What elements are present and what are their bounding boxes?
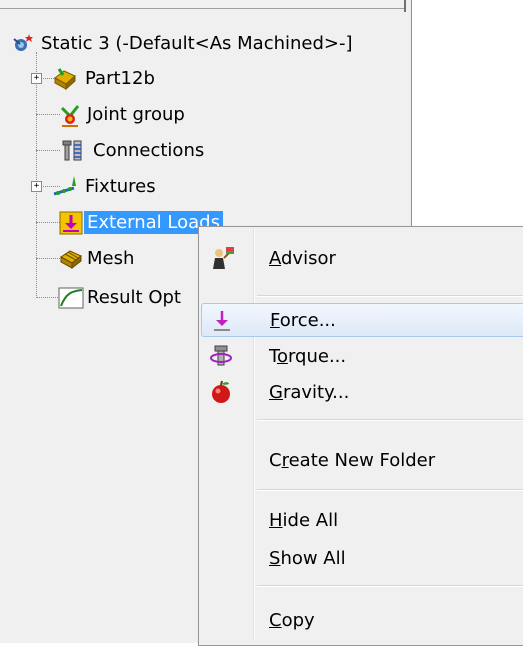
- expand-part-toggle[interactable]: +: [31, 73, 42, 84]
- tree-item-fixtures[interactable]: Fixtures: [52, 171, 159, 201]
- tree-item-mesh[interactable]: Mesh: [58, 243, 137, 273]
- tree-item-label: Fixtures: [85, 175, 156, 197]
- joint-group-icon: [58, 102, 82, 127]
- mesh-icon: [58, 246, 82, 270]
- fixtures-icon: [52, 174, 76, 198]
- tree-pane-header: [0, 0, 406, 9]
- menu-item-create-new-folder[interactable]: Create New Folder: [201, 443, 523, 477]
- tree-connector: [36, 114, 60, 115]
- menu-item-label: Show All: [269, 547, 346, 569]
- external-loads-icon: [58, 210, 83, 235]
- tree-root-label: Static 3 (-Default<As Machined>-]: [41, 32, 353, 54]
- connections-icon: [60, 138, 84, 162]
- menu-item-label: Gravity...: [269, 381, 350, 403]
- menu-icon-gutter-divider: [253, 229, 255, 641]
- tree-item-result-options[interactable]: Result Opt: [58, 282, 184, 312]
- menu-separator: [257, 419, 523, 421]
- tree-item-label: Mesh: [87, 247, 135, 269]
- tree-connector: [36, 52, 37, 298]
- context-menu: Advisor Force... Torque... Gravity... Cr…: [198, 226, 523, 646]
- tree-item-joint-group[interactable]: Joint group: [58, 99, 188, 129]
- menu-item-label: Advisor: [269, 247, 336, 269]
- tree-connector: [36, 150, 60, 151]
- result-options-icon: [58, 285, 84, 309]
- tree-connector: [36, 258, 60, 259]
- expand-fixtures-toggle[interactable]: +: [31, 181, 42, 192]
- tree-root-study[interactable]: Static 3 (-Default<As Machined>-]: [10, 28, 356, 58]
- menu-item-label: Force...: [270, 309, 336, 331]
- tree-item-label: Connections: [93, 139, 205, 161]
- menu-item-advisor[interactable]: Advisor: [201, 241, 523, 275]
- tree-item-label: Joint group: [87, 103, 185, 125]
- tree-item-connections[interactable]: Connections: [60, 135, 207, 165]
- menu-item-label: Hide All: [269, 509, 339, 531]
- menu-item-label: Copy: [269, 609, 315, 631]
- menu-separator: [257, 489, 523, 491]
- pane-splitter[interactable]: [404, 0, 406, 12]
- menu-item-label: Create New Folder: [269, 449, 436, 471]
- menu-separator: [257, 295, 523, 297]
- menu-item-label: Torque...: [269, 345, 347, 367]
- tree-item-label: Part12b: [85, 67, 155, 89]
- part-icon: [52, 66, 76, 91]
- tree-connector: [36, 222, 60, 223]
- tree-item-label: Result Opt: [87, 286, 181, 308]
- gravity-apple-icon: [209, 380, 235, 404]
- advisor-icon: [209, 246, 235, 270]
- static-study-icon: [10, 31, 34, 55]
- tree-item-part[interactable]: Part12b: [52, 63, 158, 93]
- force-arrow-icon: [210, 309, 236, 333]
- torque-icon: [209, 344, 235, 368]
- tree-connector: [36, 297, 60, 298]
- menu-item-show-all[interactable]: Show All: [201, 541, 523, 575]
- menu-item-hide-all[interactable]: Hide All: [201, 503, 523, 537]
- menu-separator: [257, 585, 523, 587]
- menu-item-force[interactable]: Force...: [201, 303, 523, 337]
- menu-item-gravity[interactable]: Gravity...: [201, 375, 523, 409]
- menu-item-copy[interactable]: Copy: [201, 603, 523, 637]
- menu-item-torque[interactable]: Torque...: [201, 339, 523, 373]
